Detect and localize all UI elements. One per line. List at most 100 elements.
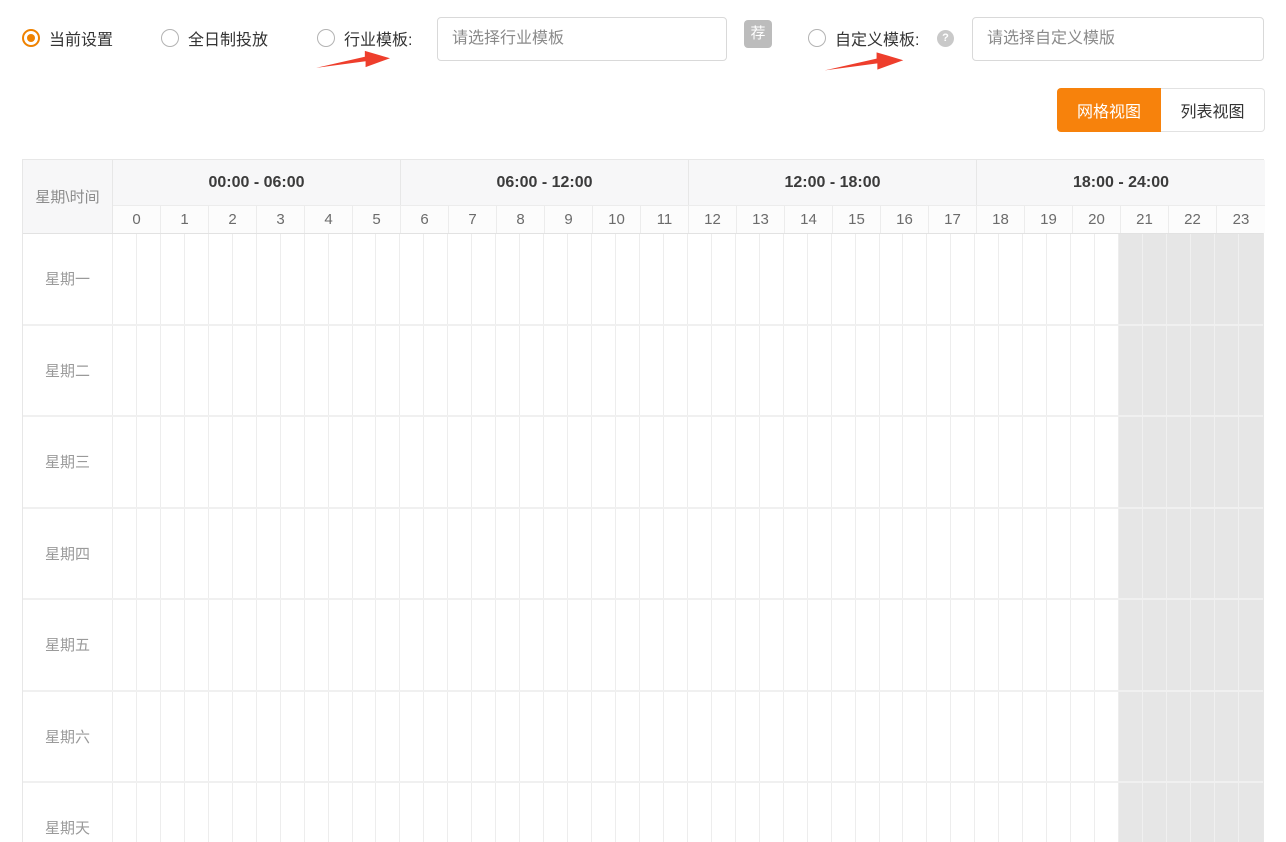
- time-slot-cell[interactable]: [137, 234, 161, 324]
- time-slot-cell[interactable]: [688, 326, 712, 416]
- time-slot-cell[interactable]: [520, 509, 544, 599]
- time-slot-cell[interactable]: [472, 509, 496, 599]
- time-slot-cell[interactable]: [448, 417, 472, 507]
- time-slot-cell[interactable]: [209, 417, 233, 507]
- time-slot-cell[interactable]: [448, 783, 472, 842]
- time-slot-cell[interactable]: [616, 692, 640, 782]
- time-slot-cell[interactable]: [975, 234, 999, 324]
- list-view-button[interactable]: 列表视图: [1161, 88, 1265, 132]
- time-slot-cell[interactable]: [832, 326, 856, 416]
- time-slot-cell[interactable]: [856, 417, 880, 507]
- time-slot-cell[interactable]: [400, 509, 424, 599]
- time-slot-cell[interactable]: [137, 417, 161, 507]
- time-slot-cell[interactable]: [472, 600, 496, 690]
- time-slot-cell[interactable]: [664, 783, 688, 842]
- time-slot-cell[interactable]: [161, 326, 185, 416]
- time-slot-cell[interactable]: [209, 234, 233, 324]
- time-slot-cell[interactable]: [1119, 234, 1143, 324]
- time-slot-cell[interactable]: [880, 600, 904, 690]
- time-slot-cell[interactable]: [568, 600, 592, 690]
- time-slot-cell[interactable]: [927, 234, 951, 324]
- time-slot-cell[interactable]: [233, 509, 257, 599]
- time-slot-cell[interactable]: [496, 692, 520, 782]
- time-slot-cell[interactable]: [640, 783, 664, 842]
- time-slot-cell[interactable]: [999, 783, 1023, 842]
- time-slot-cell[interactable]: [1023, 692, 1047, 782]
- time-slot-cell[interactable]: [137, 783, 161, 842]
- time-slot-cell[interactable]: [544, 783, 568, 842]
- time-slot-cell[interactable]: [880, 234, 904, 324]
- time-slot-cell[interactable]: [1215, 783, 1239, 842]
- time-slot-cell[interactable]: [616, 234, 640, 324]
- time-slot-cell[interactable]: [1023, 417, 1047, 507]
- time-slot-cell[interactable]: [760, 783, 784, 842]
- time-slot-cell[interactable]: [736, 600, 760, 690]
- time-slot-cell[interactable]: [856, 783, 880, 842]
- time-slot-cell[interactable]: [137, 600, 161, 690]
- time-slot-cell[interactable]: [257, 417, 281, 507]
- time-slot-cell[interactable]: [736, 234, 760, 324]
- time-slot-cell[interactable]: [113, 692, 137, 782]
- time-slot-cell[interactable]: [376, 509, 400, 599]
- time-slot-cell[interactable]: [951, 692, 975, 782]
- time-slot-cell[interactable]: [496, 783, 520, 842]
- time-slot-cell[interactable]: [903, 326, 927, 416]
- time-slot-cell[interactable]: [664, 417, 688, 507]
- time-slot-cell[interactable]: [113, 326, 137, 416]
- time-slot-cell[interactable]: [927, 692, 951, 782]
- time-slot-cell[interactable]: [951, 783, 975, 842]
- time-slot-cell[interactable]: [927, 509, 951, 599]
- time-slot-cell[interactable]: [975, 692, 999, 782]
- time-slot-cell[interactable]: [1143, 692, 1167, 782]
- time-slot-cell[interactable]: [161, 783, 185, 842]
- time-slot-cell[interactable]: [113, 509, 137, 599]
- time-slot-cell[interactable]: [568, 509, 592, 599]
- time-slot-cell[interactable]: [257, 783, 281, 842]
- time-slot-cell[interactable]: [137, 326, 161, 416]
- radio-all-day[interactable]: 全日制投放: [161, 28, 268, 48]
- time-slot-cell[interactable]: [688, 692, 712, 782]
- time-slot-cell[interactable]: [808, 417, 832, 507]
- time-slot-cell[interactable]: [1071, 783, 1095, 842]
- time-slot-cell[interactable]: [1143, 417, 1167, 507]
- time-slot-cell[interactable]: [233, 234, 257, 324]
- time-slot-cell[interactable]: [520, 417, 544, 507]
- time-slot-cell[interactable]: [640, 509, 664, 599]
- time-slot-cell[interactable]: [951, 509, 975, 599]
- time-slot-cell[interactable]: [1191, 600, 1215, 690]
- time-slot-cell[interactable]: [808, 692, 832, 782]
- time-slot-cell[interactable]: [784, 692, 808, 782]
- radio-unselected-icon[interactable]: [161, 29, 179, 47]
- time-slot-cell[interactable]: [927, 417, 951, 507]
- time-slot-cell[interactable]: [1239, 326, 1263, 416]
- time-slot-cell[interactable]: [1239, 417, 1263, 507]
- time-slot-cell[interactable]: [185, 326, 209, 416]
- time-slot-cell[interactable]: [832, 600, 856, 690]
- time-slot-cell[interactable]: [544, 326, 568, 416]
- time-slot-cell[interactable]: [544, 234, 568, 324]
- time-slot-cell[interactable]: [1191, 417, 1215, 507]
- time-slot-cell[interactable]: [233, 783, 257, 842]
- time-slot-cell[interactable]: [185, 417, 209, 507]
- time-slot-cell[interactable]: [353, 783, 377, 842]
- time-slot-cell[interactable]: [616, 417, 640, 507]
- time-slot-cell[interactable]: [329, 326, 353, 416]
- time-slot-cell[interactable]: [1119, 326, 1143, 416]
- time-slot-cell[interactable]: [281, 509, 305, 599]
- time-slot-cell[interactable]: [784, 234, 808, 324]
- time-slot-cell[interactable]: [568, 783, 592, 842]
- time-slot-cell[interactable]: [712, 783, 736, 842]
- time-slot-cell[interactable]: [1095, 783, 1119, 842]
- time-slot-cell[interactable]: [1023, 783, 1047, 842]
- time-slot-cell[interactable]: [257, 509, 281, 599]
- time-slot-cell[interactable]: [353, 234, 377, 324]
- time-slot-cell[interactable]: [400, 417, 424, 507]
- time-slot-cell[interactable]: [856, 692, 880, 782]
- time-slot-cell[interactable]: [1191, 234, 1215, 324]
- time-slot-cell[interactable]: [1215, 234, 1239, 324]
- time-slot-cell[interactable]: [257, 326, 281, 416]
- time-slot-cell[interactable]: [592, 600, 616, 690]
- time-slot-cell[interactable]: [472, 783, 496, 842]
- time-slot-cell[interactable]: [568, 326, 592, 416]
- time-slot-cell[interactable]: [999, 417, 1023, 507]
